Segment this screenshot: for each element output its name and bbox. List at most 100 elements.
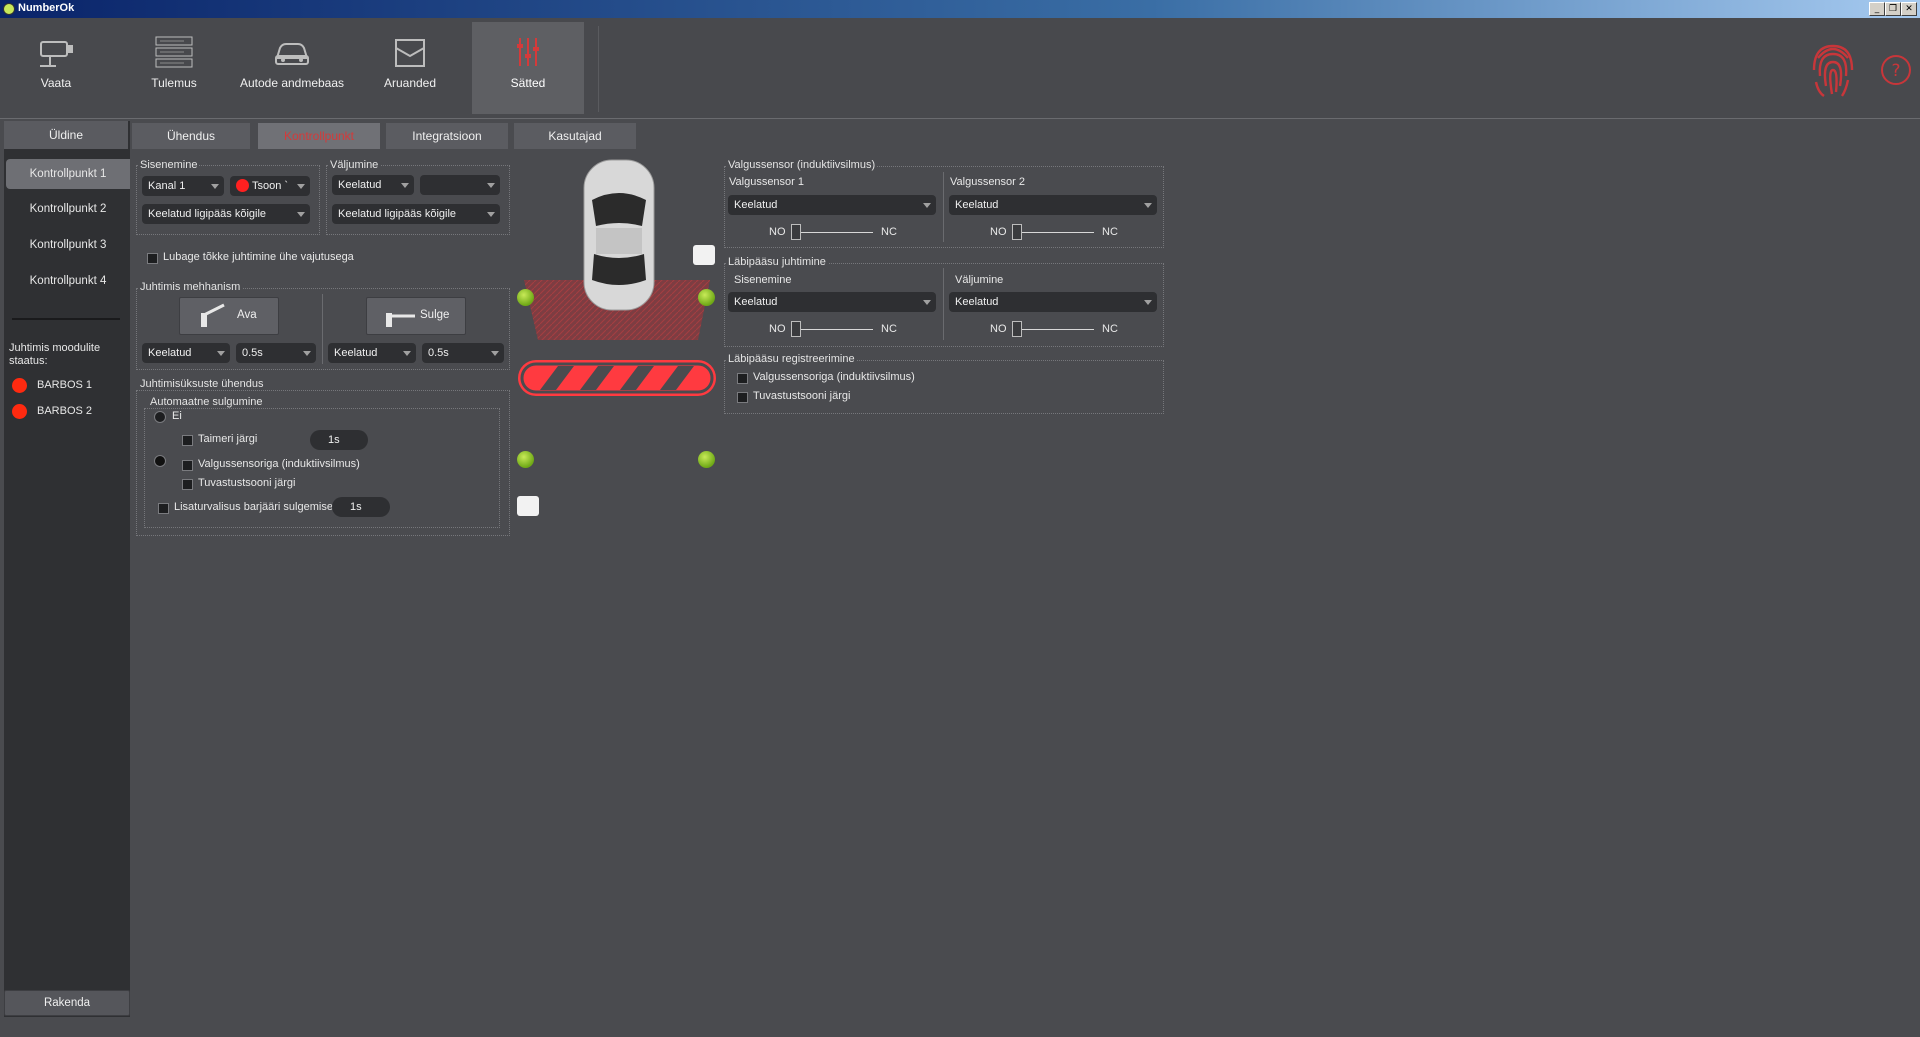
entry-access-select[interactable]: Keelatud ligipääs kõigile (142, 204, 310, 224)
results-list-icon (155, 36, 193, 68)
main-toolbar: Vaata Tulemus Autode andmebaas Aruanded … (0, 18, 1920, 119)
app-icon (3, 3, 15, 15)
toolbar-cardb-label: Autode andmebaas (239, 76, 345, 90)
pass-control-divider (943, 268, 944, 340)
settings-sliders-icon (517, 38, 539, 66)
entry-group-title: Sisenemine (138, 159, 200, 171)
camera-icon (40, 41, 73, 67)
minimize-button[interactable]: _ (1869, 2, 1885, 16)
pass-exit-slider-handle[interactable] (1012, 321, 1022, 337)
status-indicator-barbos-2 (12, 404, 27, 419)
auto-close-none-label: Ei (172, 410, 182, 422)
entry-channel-select[interactable]: Kanal 1 (142, 176, 224, 196)
sensor-1-value: Keelatud (734, 199, 778, 211)
help-icon[interactable]: ? (1880, 54, 1912, 86)
checkpoint-scene (518, 159, 716, 396)
toolbar-reports-label: Aruanded (383, 76, 437, 90)
light-sensor-divider (943, 172, 944, 242)
sidebar-item-kontrollpunkt-4[interactable]: Kontrollpunkt 4 (6, 266, 130, 296)
sensor-indicator-icon (698, 451, 715, 468)
pass-reg-zone-checkbox[interactable] (737, 392, 748, 403)
sensor-2-slider-track (1014, 232, 1094, 233)
toolbar-reports-button[interactable]: Aruanded (354, 22, 466, 114)
pass-exit-slider-track (1014, 329, 1094, 330)
close-mode-value: Keelatud (334, 347, 378, 359)
chevron-down-icon (211, 184, 219, 189)
barrier-open-icon (201, 303, 225, 327)
timer-value: 1s (328, 434, 340, 446)
open-mode-select[interactable]: Keelatud (142, 343, 230, 363)
extra-safety-checkbox[interactable] (158, 503, 169, 514)
pass-exit-value: Keelatud (955, 296, 999, 308)
fingerprint-icon[interactable] (1808, 36, 1858, 102)
open-time-select[interactable]: 0.5s (236, 343, 316, 363)
toolbar-settings-button[interactable]: Sätted (472, 22, 584, 114)
entry-zone-value: Tsoon ` (252, 180, 289, 192)
maximize-button[interactable]: ❐ (1885, 2, 1901, 16)
sensor-2-title: Valgussensor 2 (950, 176, 1026, 188)
barrier-closed-icon (386, 313, 415, 327)
pass-reg-loop-checkbox[interactable] (737, 373, 748, 384)
module-label-barbos-2: BARBOS 2 (37, 405, 93, 417)
exit-mode-value: Keelatud (338, 179, 382, 191)
sensor-1-select[interactable]: Keelatud (728, 195, 936, 215)
tab-kasutajad[interactable]: Kasutajad (514, 123, 636, 149)
toolbar-results-button[interactable]: Tulemus (118, 22, 230, 114)
timer-spinner[interactable]: 1s (310, 430, 368, 450)
sensor-2-nc-label: NC (1102, 226, 1118, 238)
auto-close-none-radio[interactable] (154, 411, 166, 423)
close-time-select[interactable]: 0.5s (422, 343, 504, 363)
close-button[interactable]: ✕ (1901, 2, 1917, 16)
sidebar-item-kontrollpunkt-3[interactable]: Kontrollpunkt 3 (6, 230, 130, 260)
sensor-2-select[interactable]: Keelatud (949, 195, 1157, 215)
one-press-checkbox[interactable] (147, 253, 158, 264)
pass-entry-slider-handle[interactable] (791, 321, 801, 337)
extra-safety-value: 1s (350, 501, 362, 513)
sensor-2-no-label: NO (990, 226, 1007, 238)
auto-close-sensor-radio[interactable] (154, 455, 166, 467)
exit-group-title: Väljumine (328, 159, 381, 171)
sidebar-item-kontrollpunkt-2[interactable]: Kontrollpunkt 2 (6, 194, 130, 224)
sensor-2-slider-handle[interactable] (1012, 224, 1022, 240)
exit-mode-select[interactable]: Keelatud (332, 175, 414, 195)
camera-entry-icon[interactable] (693, 245, 715, 265)
toolbar-divider (598, 26, 599, 112)
entry-zone-select[interactable]: Tsoon ` (230, 176, 310, 196)
extra-safety-spinner[interactable]: 1s (332, 497, 390, 517)
toolbar-view-button[interactable]: Vaata (0, 22, 112, 114)
pass-registration-title: Läbipääsu registreerimine (726, 353, 857, 365)
pass-entry-no-label: NO (769, 323, 786, 335)
close-barrier-label: Sulge (420, 309, 450, 321)
exit-access-value: Keelatud ligipääs kõigile (338, 208, 457, 220)
camera-exit-icon[interactable] (517, 496, 539, 516)
sensor-indicator-icon (517, 451, 534, 468)
auto-close-loop-checkbox[interactable] (182, 460, 193, 471)
sensor-1-slider-handle[interactable] (791, 224, 801, 240)
chevron-down-icon (923, 300, 931, 305)
toolbar-cardb-button[interactable]: Autode andmebaas (236, 22, 348, 114)
chevron-down-icon (491, 351, 499, 356)
toolbar-view-label: Vaata (40, 76, 72, 90)
close-barrier-button[interactable]: Sulge (366, 297, 466, 335)
tab-uhendus[interactable]: Ühendus (132, 123, 250, 149)
sensor-1-title: Valgussensor 1 (729, 176, 805, 188)
auto-close-zone-checkbox[interactable] (182, 479, 193, 490)
chevron-down-icon (487, 212, 495, 217)
sidebar-item-kontrollpunkt-1[interactable]: Kontrollpunkt 1 (6, 159, 130, 189)
pass-entry-select[interactable]: Keelatud (728, 292, 936, 312)
exit-access-select[interactable]: Keelatud ligipääs kõigile (332, 204, 500, 224)
pass-exit-select[interactable]: Keelatud (949, 292, 1157, 312)
exit-second-select[interactable] (420, 175, 500, 195)
sensor-indicator-icon (698, 289, 715, 306)
chevron-down-icon (403, 351, 411, 356)
tab-kontrollpunkt[interactable]: Kontrollpunkt (258, 123, 380, 149)
car-database-icon (275, 43, 309, 65)
apply-button[interactable]: Rakenda (4, 990, 130, 1016)
close-mode-select[interactable]: Keelatud (328, 343, 416, 363)
tab-general[interactable]: Üldine (4, 121, 128, 149)
chevron-down-icon (401, 183, 409, 188)
timer-checkbox[interactable] (182, 435, 193, 446)
tab-integratsioon[interactable]: Integratsioon (386, 123, 508, 149)
toolbar-results-label: Tulemus (151, 76, 197, 90)
open-barrier-button[interactable]: Ava (179, 297, 279, 335)
